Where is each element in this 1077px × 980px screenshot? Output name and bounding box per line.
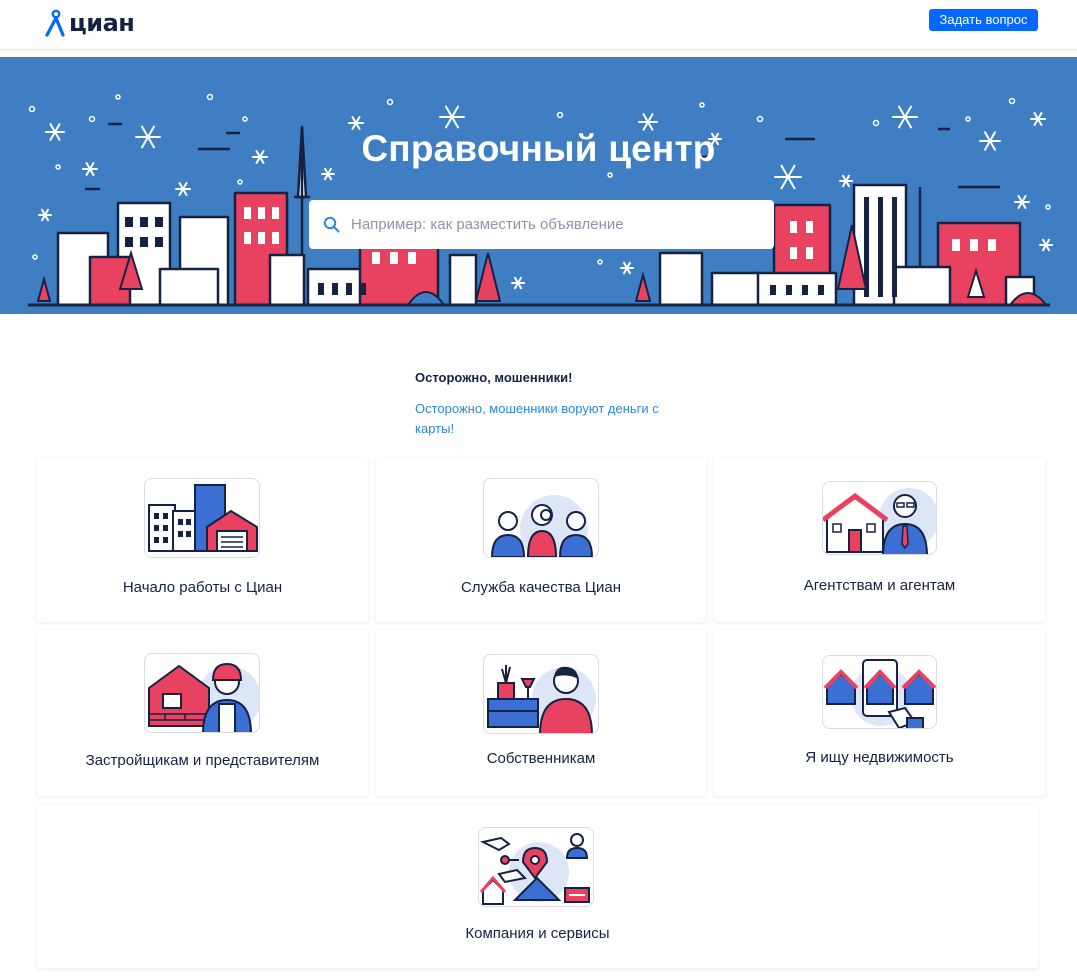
phone-search-icon (822, 655, 937, 729)
cian-logo[interactable]: циан (44, 6, 135, 40)
quality-team-icon (483, 478, 599, 558)
category-label: Собственникам (486, 750, 596, 767)
category-card-company-services[interactable]: Компания и сервисы (37, 805, 1038, 968)
category-card-getting-started[interactable]: Начало работы с Циан (37, 457, 368, 622)
category-label: Служба качества Циан (460, 579, 622, 596)
fraud-warning-title: Осторожно, мошенники! (415, 370, 573, 385)
category-label: Агентствам и агентам (803, 577, 956, 594)
search-box[interactable] (309, 200, 774, 249)
search-icon (323, 216, 341, 234)
logo-pin-icon (45, 9, 65, 37)
hero-banner: Справочный центр (0, 57, 1077, 314)
agent-icon (822, 481, 937, 555)
company-services-icon (478, 827, 594, 907)
category-card-agencies[interactable]: Агентствам и агентам (714, 457, 1045, 622)
help-center-page: циан Задать вопрос Справочный центр Напр… (0, 0, 1077, 980)
top-header: циан Задать вопрос (0, 0, 1077, 50)
category-label: Начало работы с Циан (122, 579, 283, 596)
buildings-icon (144, 478, 260, 558)
search-input[interactable] (351, 216, 751, 233)
category-card-developers[interactable]: Застройщикам и представителям (37, 630, 368, 796)
page-title: Справочный центр (361, 128, 716, 169)
logo-text: циан (69, 9, 135, 37)
category-label: Застройщикам и представителям (85, 752, 320, 769)
category-label: Компания и сервисы (465, 925, 610, 942)
category-card-quality-service[interactable]: Служба качества Циан (376, 457, 706, 622)
category-card-owners[interactable]: Собственникам (376, 630, 706, 796)
fraud-warning-link[interactable]: Осторожно, мошенники воруют деньги с кар… (415, 399, 685, 439)
owner-icon (483, 654, 599, 734)
winter-city-illustration (28, 93, 1053, 307)
category-label: Я ищу недвижимость (805, 749, 954, 766)
builder-icon (144, 653, 260, 733)
category-card-property-search[interactable]: Я ищу недвижимость (714, 630, 1045, 796)
ask-question-button[interactable]: Задать вопрос (929, 9, 1038, 31)
